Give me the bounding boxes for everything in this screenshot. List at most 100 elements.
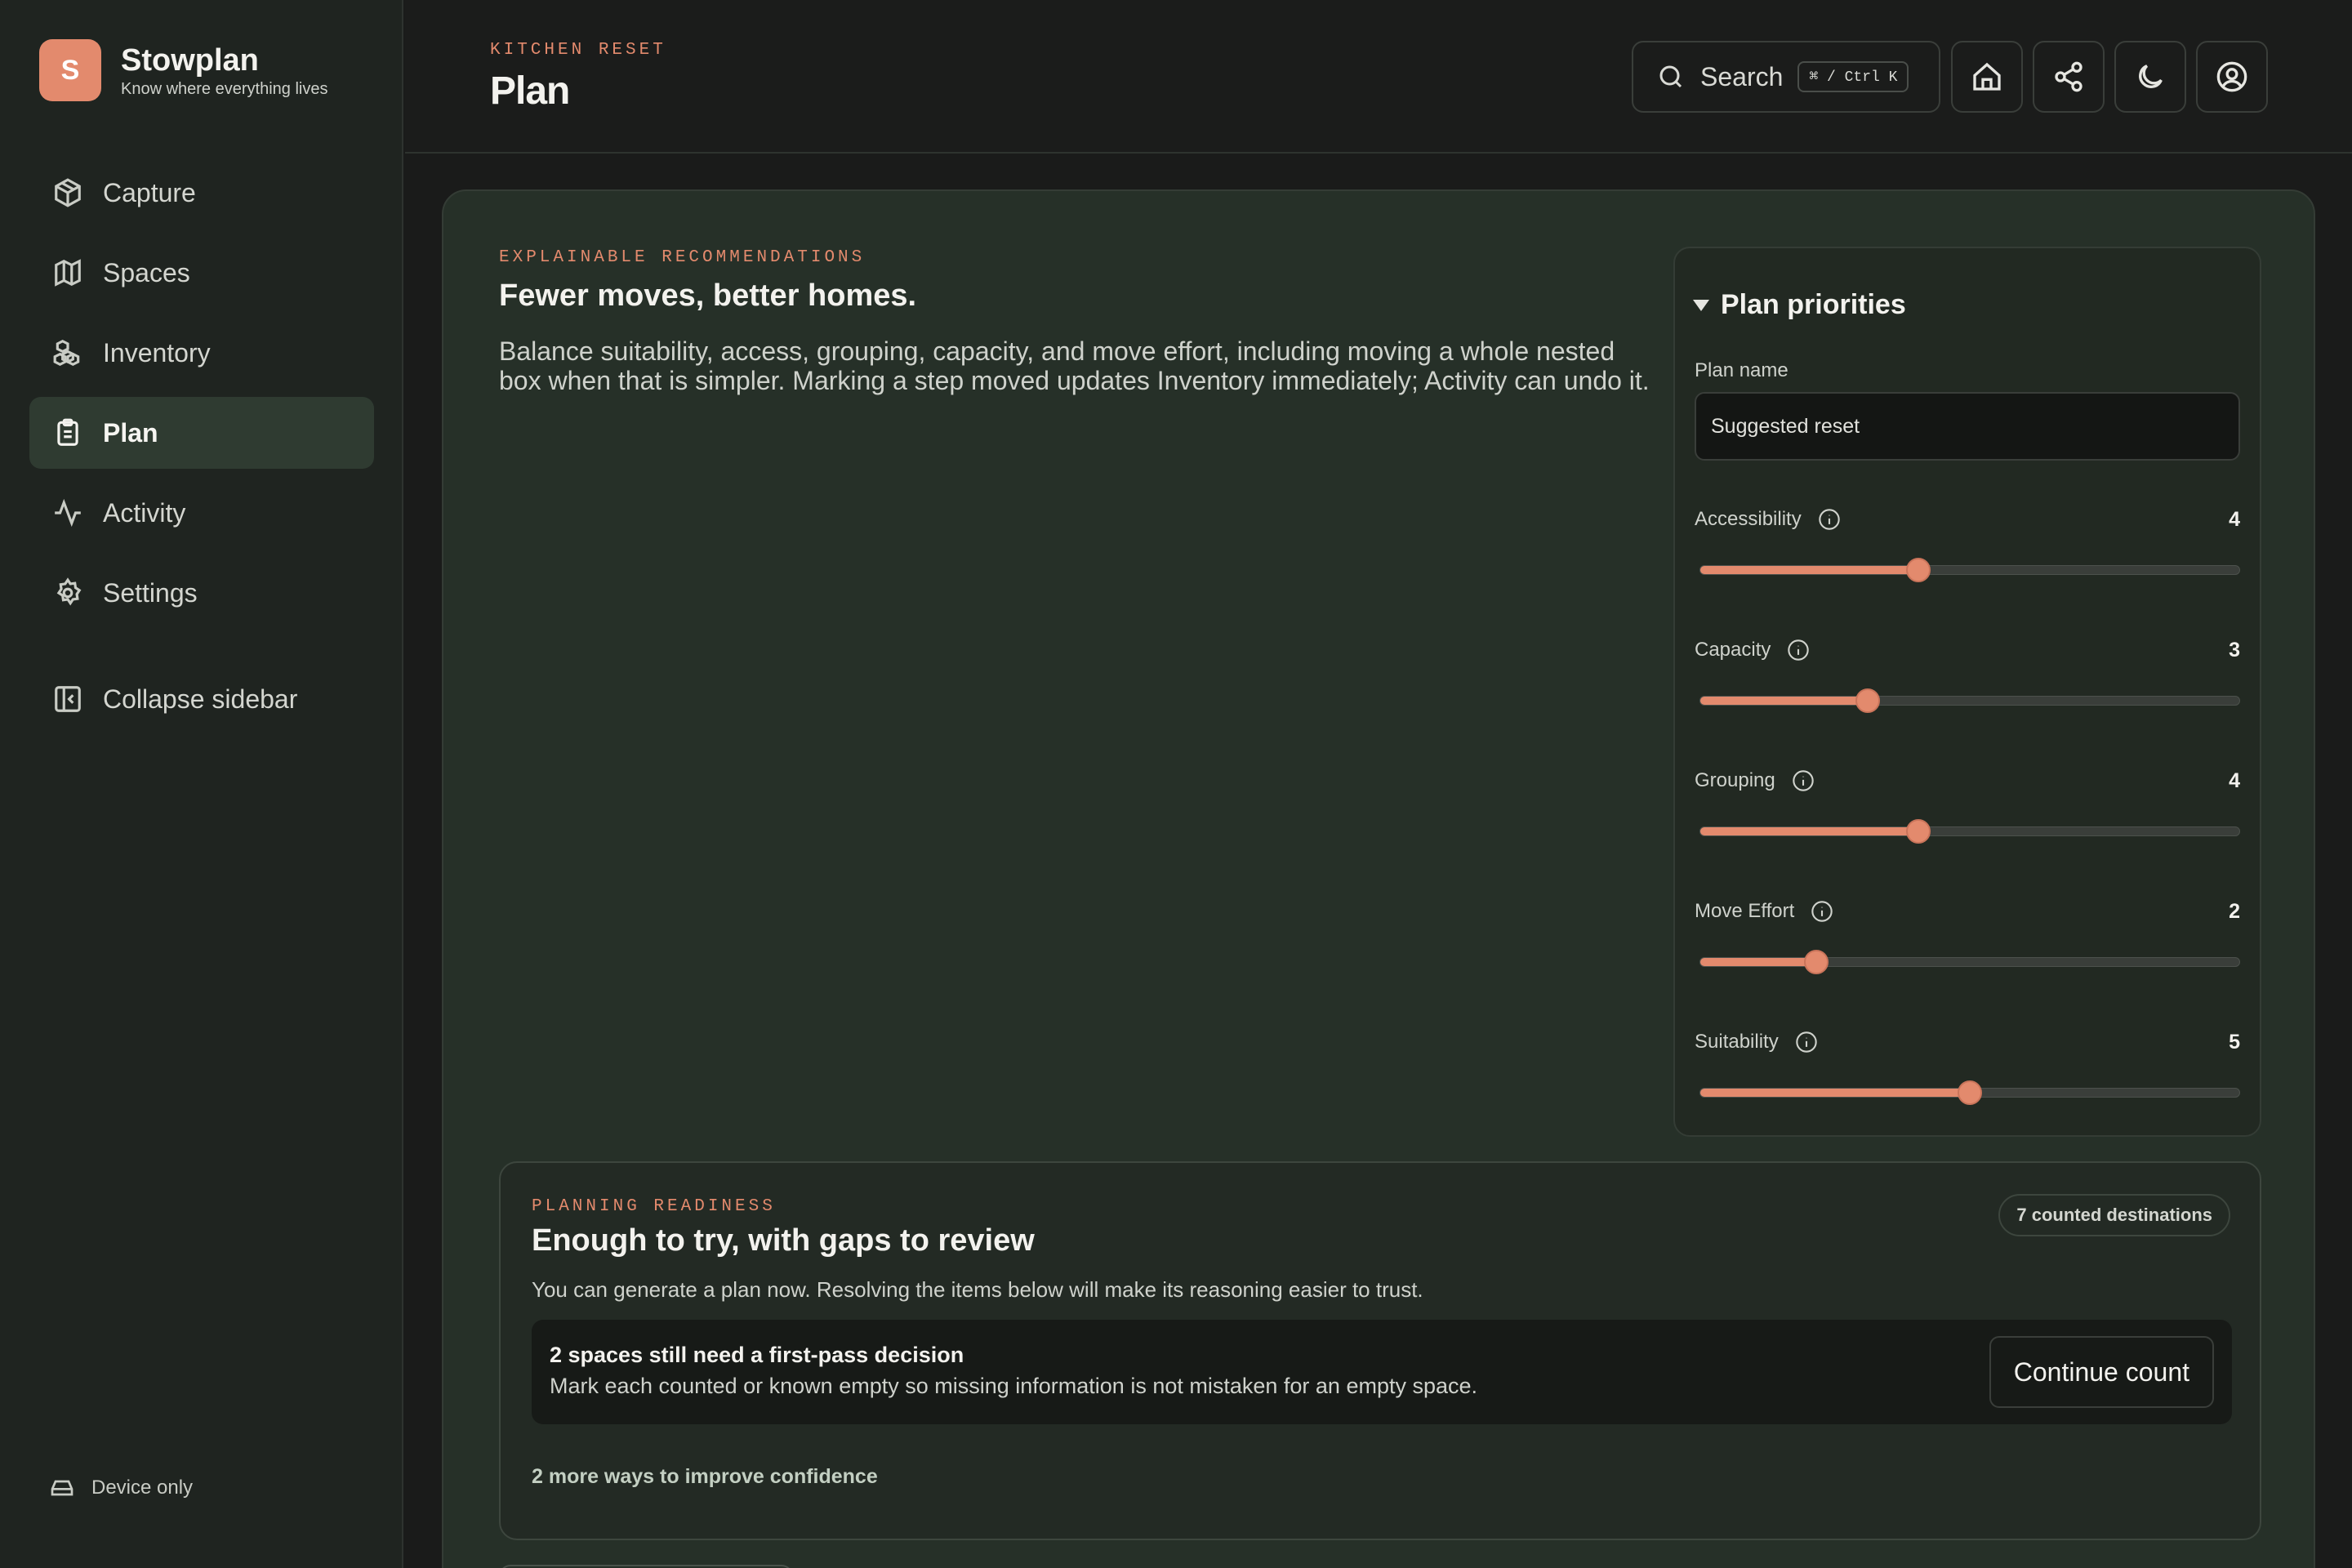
search-icon <box>1659 65 1682 88</box>
info-icon[interactable] <box>1811 900 1833 923</box>
slider-grouping: Grouping 4 <box>1695 769 2240 867</box>
slider-accessibility: Accessibility 4 <box>1695 508 2240 606</box>
slider-label: Suitability <box>1695 1031 1779 1053</box>
plan-priorities-title: Plan priorities <box>1721 289 1906 320</box>
sidebar-item-activity[interactable]: Activity <box>29 477 374 549</box>
share-button[interactable] <box>2033 41 2105 113</box>
slider-fill <box>1700 1089 1970 1097</box>
sidebar: S Stowplan Know where everything lives C… <box>0 0 403 1568</box>
sidebar-item-plan[interactable]: Plan <box>29 397 374 469</box>
readiness-callout: 2 spaces still need a first-pass decisio… <box>532 1320 2232 1424</box>
sidebar-nav: Capture Spaces Inventory Plan Activity S… <box>29 157 374 637</box>
slider-value: 2 <box>2229 900 2240 923</box>
slider-track[interactable] <box>1699 950 2240 974</box>
plan-priorities-toggle[interactable]: Plan priorities <box>1693 289 1906 321</box>
sidebar-item-label: Capture <box>103 177 196 207</box>
slider-label: Grouping <box>1695 769 1775 791</box>
sidebar-item-label: Activity <box>103 497 186 528</box>
boxes-icon <box>53 339 80 367</box>
slider-thumb[interactable] <box>1958 1080 1982 1105</box>
clipboard-list-icon <box>57 418 78 446</box>
slider-thumb[interactable] <box>1906 558 1931 582</box>
slider-track[interactable] <box>1699 558 2240 582</box>
collapse-sidebar-button[interactable]: Collapse sidebar <box>29 663 374 735</box>
account-button[interactable] <box>2196 41 2268 113</box>
slider-value: 4 <box>2229 508 2240 531</box>
brand-name: Stowplan <box>121 42 259 78</box>
hard-drive-icon <box>51 1480 74 1496</box>
intro-section: EXPLAINABLE RECOMMENDATIONS Fewer moves,… <box>499 248 1659 395</box>
sidebar-item-label: Spaces <box>103 257 190 287</box>
package-icon <box>55 178 81 207</box>
slider-capacity: Capacity 3 <box>1695 639 2240 737</box>
collapse-sidebar-label: Collapse sidebar <box>103 684 298 714</box>
slider-value: 5 <box>2229 1031 2240 1054</box>
slider-track[interactable] <box>1699 819 2240 844</box>
sidebar-item-label: Plan <box>103 417 158 448</box>
page-header: KITCHEN RESET Plan Search ⌘ / Ctrl K <box>405 0 2352 154</box>
storage-status: Device only <box>49 1475 193 1501</box>
continue-count-button[interactable]: Continue count <box>1989 1336 2214 1408</box>
next-section-edge <box>499 1565 793 1568</box>
sidebar-item-settings[interactable]: Settings <box>29 557 374 629</box>
slider-label: Move Effort <box>1695 900 1795 922</box>
plan-name-label: Plan name <box>1695 359 1788 381</box>
search-button[interactable]: Search ⌘ / Ctrl K <box>1632 41 1940 113</box>
readiness-heading: Enough to try, with gaps to review <box>532 1223 1035 1258</box>
brand-logo: S <box>39 39 101 101</box>
slider-value: 3 <box>2229 639 2240 662</box>
slider-track[interactable] <box>1699 1080 2240 1105</box>
readiness-eyebrow: PLANNING READINESS <box>532 1197 776 1216</box>
caret-down-icon <box>1693 299 1709 311</box>
slider-label: Accessibility <box>1695 508 1802 530</box>
plan-priorities-panel: Plan priorities Plan name Accessibility … <box>1673 247 2261 1137</box>
gear-icon <box>56 577 82 606</box>
sidebar-item-inventory[interactable]: Inventory <box>29 317 374 389</box>
intro-eyebrow: EXPLAINABLE RECOMMENDATIONS <box>499 248 866 267</box>
slider-suitability: Suitability 5 <box>1695 1031 2240 1129</box>
sidebar-item-label: Inventory <box>103 337 211 368</box>
map-icon <box>55 259 81 287</box>
sidebar-item-capture[interactable]: Capture <box>29 157 374 229</box>
counted-destinations-badge: 7 counted destinations <box>1998 1194 2230 1236</box>
slider-thumb[interactable] <box>1855 688 1880 713</box>
brand[interactable]: S Stowplan Know where everything lives <box>39 39 327 101</box>
search-shortcut: ⌘ / Ctrl K <box>1797 61 1909 92</box>
info-icon[interactable] <box>1787 639 1810 662</box>
user-circle-icon <box>2216 61 2247 92</box>
slider-fill <box>1700 566 1919 574</box>
home-icon <box>1973 62 2001 91</box>
activity-icon <box>55 498 81 528</box>
sidebar-item-label: Settings <box>103 577 198 608</box>
panel-left-icon <box>55 686 81 712</box>
intro-heading: Fewer moves, better homes. <box>499 278 917 313</box>
info-icon[interactable] <box>1795 1031 1818 1054</box>
slider-value: 4 <box>2229 769 2240 792</box>
slider-label: Capacity <box>1695 639 1771 661</box>
slider-track[interactable] <box>1699 688 2240 713</box>
slider-move-effort: Move Effort 2 <box>1695 900 2240 998</box>
intro-body: Balance suitability, access, grouping, c… <box>499 336 1650 395</box>
page-title: Plan <box>490 69 570 113</box>
brand-tagline: Know where everything lives <box>121 79 328 98</box>
callout-body: Mark each counted or known empty so miss… <box>550 1374 1478 1398</box>
storage-status-label: Device only <box>91 1477 194 1499</box>
info-icon[interactable] <box>1792 769 1815 792</box>
page-eyebrow: KITCHEN RESET <box>490 41 666 60</box>
slider-fill <box>1700 827 1919 835</box>
sidebar-item-spaces[interactable]: Spaces <box>29 237 374 309</box>
home-button[interactable] <box>1951 41 2023 113</box>
slider-thumb[interactable] <box>1803 950 1829 974</box>
theme-toggle-button[interactable] <box>2114 41 2186 113</box>
search-label: Search <box>1700 61 1784 91</box>
more-ways-link[interactable]: 2 more ways to improve confidence <box>532 1465 878 1489</box>
info-icon[interactable] <box>1818 508 1841 531</box>
slider-thumb[interactable] <box>1906 819 1931 844</box>
readiness-subtitle: You can generate a plan now. Resolving t… <box>532 1277 1423 1302</box>
callout-title: 2 spaces still need a first-pass decisio… <box>550 1343 964 1367</box>
plan-card: EXPLAINABLE RECOMMENDATIONS Fewer moves,… <box>442 189 2315 1568</box>
moon-icon <box>2139 65 2163 88</box>
plan-name-input[interactable] <box>1695 392 2240 461</box>
slider-fill <box>1700 958 1816 966</box>
slider-fill <box>1700 697 1868 705</box>
